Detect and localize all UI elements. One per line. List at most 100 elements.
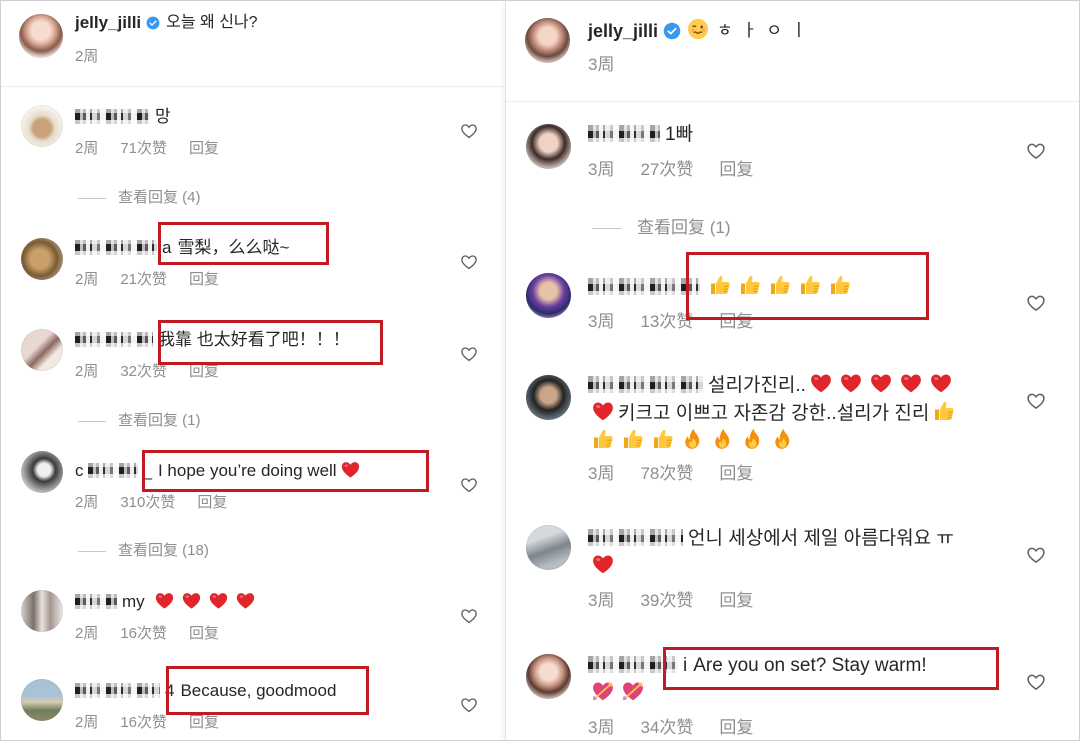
view-replies-label[interactable]: 查看回复 (1) — [637, 218, 731, 238]
username-obscured[interactable] — [588, 278, 700, 295]
view-replies-label[interactable]: 查看回复 (1) — [118, 411, 201, 431]
username-obscured[interactable] — [588, 125, 660, 142]
like-heart-icon[interactable] — [460, 122, 478, 140]
reply-button[interactable]: 回复 — [719, 310, 753, 334]
reply-button[interactable]: 回复 — [189, 137, 219, 161]
comment-time: 2周 — [75, 363, 99, 380]
comment-meta: 3周 34次赞 回复 — [588, 716, 753, 740]
like-heart-icon[interactable] — [1026, 672, 1046, 692]
username-fragment[interactable]: c — [75, 461, 84, 480]
red-heart-icon — [809, 371, 833, 395]
avatar[interactable] — [526, 273, 571, 318]
post-username[interactable]: jelly_jilli — [75, 11, 141, 35]
avatar[interactable] — [21, 329, 63, 371]
reply-button[interactable]: 回复 — [719, 462, 753, 486]
like-heart-icon[interactable] — [460, 253, 478, 271]
thumbs-up-icon — [651, 427, 675, 451]
fire-icon — [741, 427, 765, 451]
avatar[interactable] — [21, 590, 63, 632]
likes-count[interactable]: 310次赞 — [120, 491, 175, 515]
like-heart-icon[interactable] — [1026, 141, 1046, 161]
view-replies[interactable]: 查看回复 (18) — [1, 541, 504, 561]
comment-meta: 3周 78次赞 回复 — [588, 462, 753, 486]
view-replies[interactable]: 查看回复 (1) — [1, 411, 504, 431]
likes-count[interactable]: 71次赞 — [120, 137, 167, 161]
username-obscured[interactable] — [75, 332, 153, 347]
comment-text: Because, goodmood — [180, 681, 337, 700]
username-fragment[interactable]: _ — [143, 461, 152, 480]
avatar[interactable] — [526, 654, 571, 699]
likes-count[interactable]: 16次赞 — [120, 622, 167, 646]
avatar[interactable] — [526, 124, 571, 169]
red-heart-icon — [929, 371, 953, 395]
comment-text: 我靠 也太好看了吧！！！ — [158, 330, 350, 349]
avatar[interactable] — [526, 525, 571, 570]
reply-button[interactable]: 回复 — [719, 716, 753, 740]
reply-button[interactable]: 回复 — [197, 491, 227, 515]
likes-count[interactable]: 21次赞 — [120, 268, 167, 292]
avatar[interactable] — [21, 105, 63, 147]
post-time: 2周 — [75, 48, 99, 65]
comment-meta: 2周 310次赞 回复 — [75, 491, 227, 515]
username-obscured[interactable] — [588, 376, 703, 393]
likes-count[interactable]: 39次赞 — [640, 589, 693, 613]
heart-with-arrow-icon — [591, 679, 615, 703]
username-obscured[interactable] — [75, 240, 157, 255]
reply-button[interactable]: 回复 — [189, 711, 219, 735]
likes-count[interactable]: 13次赞 — [640, 310, 693, 334]
fire-icon — [711, 427, 735, 451]
likes-count[interactable]: 27次赞 — [640, 158, 693, 182]
thumbs-up-icon — [768, 273, 792, 297]
comment-time: 2周 — [75, 714, 99, 731]
view-replies-label[interactable]: 查看回复 (4) — [118, 188, 201, 208]
thumbs-up-icon — [591, 427, 615, 451]
reply-button[interactable]: 回复 — [719, 158, 753, 182]
like-heart-icon[interactable] — [1026, 545, 1046, 565]
comment-time: 3周 — [588, 591, 615, 610]
reply-button[interactable]: 回复 — [189, 622, 219, 646]
likes-count[interactable]: 32次赞 — [120, 360, 167, 384]
username-obscured[interactable] — [75, 109, 150, 124]
post-username[interactable]: jelly_jilli — [588, 18, 658, 44]
comment-text: 언니 세상에서 제일 아름다워요 ㅠ — [688, 528, 954, 549]
thumbs-up-icon — [738, 273, 762, 297]
likes-count[interactable]: 78次赞 — [640, 462, 693, 486]
username-obscured[interactable] — [588, 529, 683, 546]
likes-count[interactable]: 34次赞 — [640, 716, 693, 740]
view-replies-label[interactable]: 查看回复 (18) — [118, 541, 209, 561]
like-heart-icon[interactable] — [460, 607, 478, 625]
like-heart-icon[interactable] — [460, 476, 478, 494]
view-replies[interactable]: 查看回复 (4) — [1, 188, 504, 208]
view-replies[interactable]: 查看回复 (1) — [506, 218, 1079, 238]
username-obscured[interactable] — [75, 683, 160, 698]
like-heart-icon[interactable] — [460, 696, 478, 714]
avatar[interactable] — [526, 375, 571, 420]
avatar[interactable] — [525, 18, 570, 63]
avatar[interactable] — [19, 14, 63, 58]
post-caption-line: jelly_jilli ㅎㅏㅇㅣ — [588, 18, 816, 44]
username-fragment[interactable]: 4 — [165, 681, 174, 700]
username-obscured[interactable] — [87, 463, 138, 478]
thumbs-up-icon — [798, 273, 822, 297]
username-obscured[interactable] — [588, 656, 678, 673]
likes-count[interactable]: 16次赞 — [120, 711, 167, 735]
like-heart-icon[interactable] — [1026, 391, 1046, 411]
avatar[interactable] — [21, 451, 63, 493]
like-heart-icon[interactable] — [460, 345, 478, 363]
comment-meta: 2周 32次赞 回复 — [75, 360, 219, 384]
post-caption-line: jelly_jilli 오늘 왜 신나? — [75, 11, 258, 35]
username-obscured[interactable] — [75, 594, 117, 609]
like-heart-icon[interactable] — [1026, 293, 1046, 313]
post-caption: ㅎㅏㅇㅣ — [687, 18, 816, 44]
header-divider — [506, 101, 1079, 102]
username-fragment[interactable]: my — [122, 592, 145, 611]
comment-time: 3周 — [588, 464, 615, 483]
reply-button[interactable]: 回复 — [189, 268, 219, 292]
username-fragment[interactable]: i — [683, 655, 687, 676]
reply-button[interactable]: 回复 — [189, 360, 219, 384]
red-heart-icon — [208, 590, 229, 611]
reply-button[interactable]: 回复 — [719, 589, 753, 613]
username-fragment[interactable]: a — [162, 238, 171, 257]
avatar[interactable] — [21, 679, 63, 721]
avatar[interactable] — [21, 238, 63, 280]
